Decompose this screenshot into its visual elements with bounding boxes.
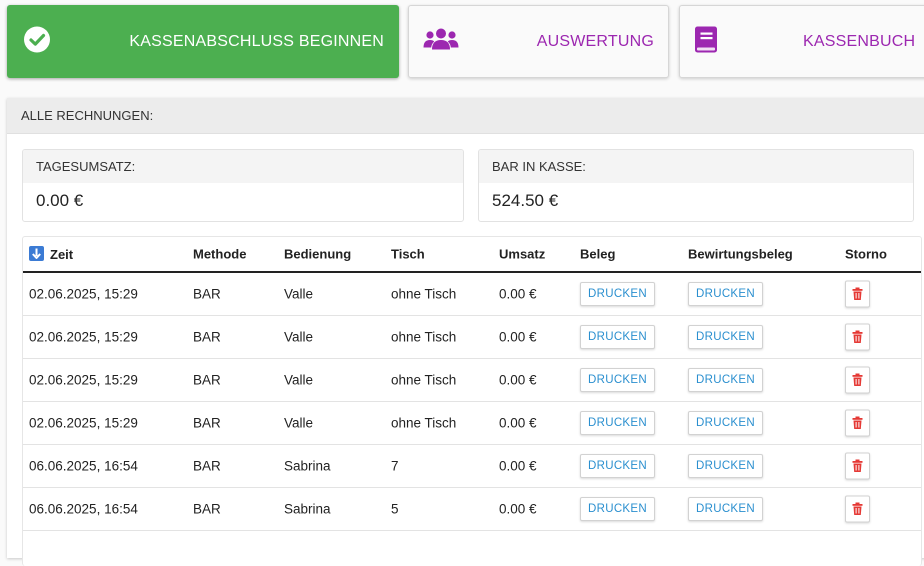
- cell-table: 5: [391, 501, 399, 517]
- table-row: 02.06.2025, 15:29 BAR Valle ohne Tisch 0.00 …: [23, 273, 921, 316]
- invoices-panel: ALLE RECHNUNGEN: TAGESUMSATZ: 0.00 € BAR…: [7, 98, 924, 566]
- cell-server: Valle: [284, 286, 314, 302]
- print-receipt-button[interactable]: DRUCKEN: [580, 325, 655, 349]
- trash-icon: [852, 373, 863, 387]
- column-header-cancel: Storno: [845, 246, 887, 262]
- trash-icon: [852, 459, 863, 473]
- print-receipt-button[interactable]: DRUCKEN: [580, 454, 655, 478]
- cashbook-button[interactable]: KASSENBUCH: [679, 5, 924, 78]
- cell-method: BAR: [193, 415, 221, 431]
- cell-time: 06.06.2025, 16:54: [29, 501, 138, 517]
- panel-title: ALLE RECHNUNGEN:: [7, 98, 924, 134]
- column-header-server: Bedienung: [284, 246, 352, 262]
- print-entertainment-receipt-button[interactable]: DRUCKEN: [688, 454, 763, 478]
- cell-sales: 0.00 €: [499, 415, 537, 431]
- column-header-time[interactable]: Zeit: [29, 246, 73, 262]
- cell-time: 02.06.2025, 15:29: [29, 372, 138, 388]
- daily-sales-label: TAGESUMSATZ:: [23, 150, 463, 183]
- cancel-invoice-button[interactable]: [845, 366, 870, 394]
- cell-method: BAR: [193, 372, 221, 388]
- cash-in-register-value: 524.50 €: [492, 191, 559, 210]
- cell-server: Valle: [284, 415, 314, 431]
- daily-sales-value: 0.00 €: [36, 191, 84, 210]
- table-row: 06.06.2025, 16:54 BAR Sabrina 7 0.00 € DRUCKE…: [23, 445, 921, 488]
- print-entertainment-receipt-button[interactable]: DRUCKEN: [688, 368, 763, 392]
- cell-table: ohne Tisch: [391, 415, 457, 431]
- print-receipt-button[interactable]: DRUCKEN: [580, 411, 655, 435]
- evaluation-label: AUSWERTUNG: [536, 32, 654, 50]
- table-row: 06.06.2025, 16:54 BAR Sabrina 5 0.00 € DRUCKE…: [23, 488, 921, 531]
- cancel-invoice-button[interactable]: [845, 452, 870, 480]
- cell-table: ohne Tisch: [391, 286, 457, 302]
- cell-time: 02.06.2025, 15:29: [29, 286, 138, 302]
- print-receipt-button[interactable]: DRUCKEN: [580, 368, 655, 392]
- cell-method: BAR: [193, 501, 221, 517]
- table-row: 02.06.2025, 15:29 BAR Valle ohne Tisch 0.00 …: [23, 359, 921, 402]
- cell-sales: 0.00 €: [499, 372, 537, 388]
- trash-icon: [852, 502, 863, 516]
- evaluation-button[interactable]: AUSWERTUNG: [408, 5, 669, 78]
- users-icon: [423, 26, 459, 57]
- cell-server: Sabrina: [284, 501, 331, 517]
- print-entertainment-receipt-button[interactable]: DRUCKEN: [688, 282, 763, 306]
- cell-time: 02.06.2025, 15:29: [29, 415, 138, 431]
- cell-table: 7: [391, 458, 399, 474]
- cell-method: BAR: [193, 329, 221, 345]
- column-header-receipt: Beleg: [580, 246, 616, 262]
- close-register-label: KASSENABSCHLUSS BEGINNEN: [129, 32, 384, 50]
- print-entertainment-receipt-button[interactable]: DRUCKEN: [688, 411, 763, 435]
- cancel-invoice-button[interactable]: [845, 323, 870, 351]
- cell-sales: 0.00 €: [499, 501, 537, 517]
- cell-server: Valle: [284, 372, 314, 388]
- print-entertainment-receipt-button[interactable]: DRUCKEN: [688, 497, 763, 521]
- cash-in-register-label: BAR IN KASSE:: [479, 150, 913, 183]
- sort-down-icon[interactable]: [29, 246, 44, 261]
- trash-icon: [852, 330, 863, 344]
- cell-server: Valle: [284, 329, 314, 345]
- print-entertainment-receipt-button[interactable]: DRUCKEN: [688, 325, 763, 349]
- cell-table: ohne Tisch: [391, 372, 457, 388]
- column-header-sales: Umsatz: [499, 246, 546, 262]
- cell-method: BAR: [193, 286, 221, 302]
- cashbook-label: KASSENBUCH: [803, 32, 916, 50]
- cancel-invoice-button[interactable]: [845, 495, 870, 523]
- invoices-table: Zeit Methode Bedienung Tisch Umsatz Bele…: [22, 236, 922, 566]
- trash-icon: [852, 416, 863, 430]
- cell-sales: 0.00 €: [499, 329, 537, 345]
- cell-time: 06.06.2025, 16:54: [29, 458, 138, 474]
- cell-sales: 0.00 €: [499, 286, 537, 302]
- column-header-table: Tisch: [391, 246, 425, 262]
- table-row: 02.06.2025, 15:29 BAR Valle ohne Tisch 0.00 …: [23, 402, 921, 445]
- cancel-invoice-button[interactable]: [845, 409, 870, 437]
- trash-icon: [852, 287, 863, 301]
- check-circle-icon: [23, 25, 51, 58]
- close-register-button[interactable]: KASSENABSCHLUSS BEGINNEN: [7, 5, 399, 78]
- cell-sales: 0.00 €: [499, 458, 537, 474]
- column-header-entertainment-receipt: Bewirtungsbeleg: [688, 246, 793, 262]
- cancel-invoice-button[interactable]: [845, 280, 870, 308]
- column-header-method: Methode: [193, 246, 247, 262]
- table-header: Zeit Methode Bedienung Tisch Umsatz Bele…: [23, 237, 921, 273]
- book-icon: [694, 25, 718, 58]
- table-row: 02.06.2025, 15:29 BAR Valle ohne Tisch 0.00 …: [23, 316, 921, 359]
- cell-method: BAR: [193, 458, 221, 474]
- print-receipt-button[interactable]: DRUCKEN: [580, 282, 655, 306]
- cell-table: ohne Tisch: [391, 329, 457, 345]
- cell-time: 02.06.2025, 15:29: [29, 329, 138, 345]
- cash-in-register-card: BAR IN KASSE: 524.50 €: [478, 149, 914, 222]
- cell-server: Sabrina: [284, 458, 331, 474]
- print-receipt-button[interactable]: DRUCKEN: [580, 497, 655, 521]
- daily-sales-card: TAGESUMSATZ: 0.00 €: [22, 149, 464, 222]
